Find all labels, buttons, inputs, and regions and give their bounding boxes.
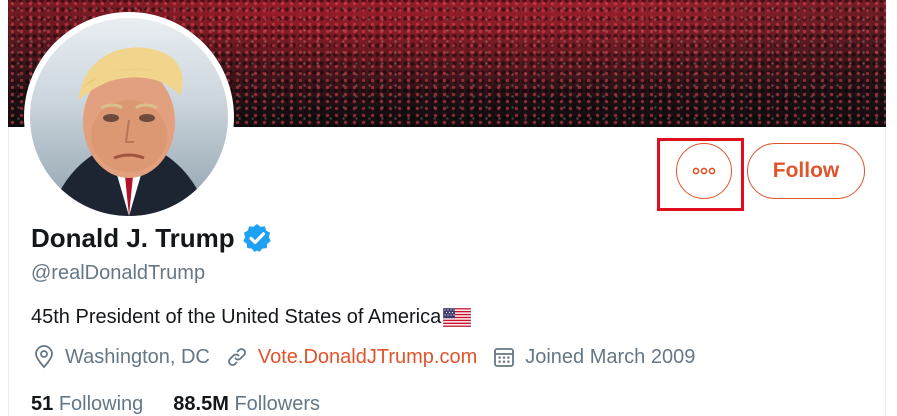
followers-label: Followers — [234, 393, 321, 415]
profile-meta: Washington, DC Vote.DonaldJTrump.com Joi… — [33, 345, 711, 369]
profile-website[interactable]: Vote.DonaldJTrump.com — [226, 346, 477, 369]
calendar-icon — [494, 348, 515, 367]
followers-stat[interactable]: 88.5M Followers — [173, 393, 320, 416]
avatar-photo — [30, 18, 228, 216]
card-border — [885, 127, 886, 416]
bio-text: 45th President of the United States of A… — [31, 306, 442, 328]
followers-count: 88.5M — [173, 393, 229, 415]
profile-name: Donald J. Trump — [31, 222, 235, 253]
follow-button[interactable]: Follow — [747, 143, 865, 199]
following-label: Following — [58, 393, 144, 415]
profile-stats: 51 Following 88.5M Followers — [31, 393, 350, 416]
verified-badge-icon — [242, 224, 271, 252]
profile-location: Washington, DC — [33, 345, 210, 369]
profile-name-row: Donald J. Trump — [31, 222, 273, 254]
following-count: 51 — [31, 393, 54, 415]
profile-handle: @realDonaldTrump — [31, 262, 206, 284]
following-stat[interactable]: 51 Following — [31, 393, 143, 416]
website-link[interactable]: Vote.DonaldJTrump.com — [258, 346, 477, 369]
profile-joined: Joined March 2009 — [493, 346, 695, 369]
link-icon — [227, 348, 246, 366]
us-flag-icon — [443, 308, 472, 327]
joined-text: Joined March 2009 — [525, 345, 696, 368]
more-options-icon — [692, 167, 716, 175]
profile-bio: 45th President of the United States of A… — [31, 306, 472, 329]
location-text: Washington, DC — [65, 345, 210, 368]
avatar[interactable] — [24, 12, 234, 222]
card-border — [8, 127, 9, 416]
location-pin-icon — [35, 345, 53, 369]
more-options-button[interactable] — [676, 143, 732, 199]
